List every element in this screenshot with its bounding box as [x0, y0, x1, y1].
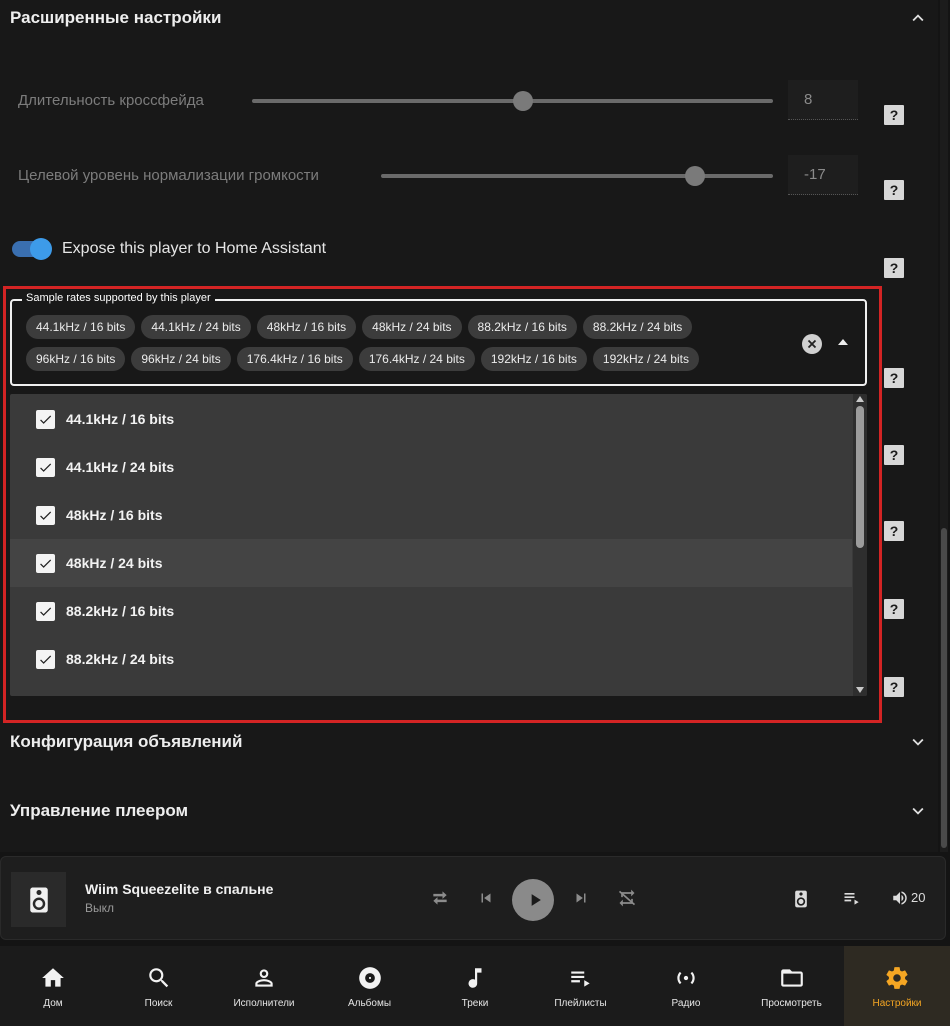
- help-icon[interactable]: ?: [884, 599, 904, 619]
- queue-icon[interactable]: [841, 887, 863, 909]
- nav-label: Дом: [43, 998, 63, 1009]
- chevron-up-icon[interactable]: [906, 6, 930, 30]
- nav-label: Настройки: [872, 998, 922, 1009]
- player-status: Выкл: [85, 901, 115, 915]
- help-icon[interactable]: ?: [884, 105, 904, 125]
- normalization-label: Целевой уровень нормализации громкости: [18, 166, 319, 184]
- person-icon: [250, 964, 278, 992]
- expose-row: Expose this player to Home Assistant: [12, 236, 326, 262]
- search-icon: [145, 964, 173, 992]
- nav-item-gear[interactable]: Настройки: [844, 946, 950, 1026]
- crossfade-slider[interactable]: [252, 91, 773, 111]
- nav-item-radio[interactable]: Радио: [633, 946, 739, 1026]
- normalization-slider[interactable]: [381, 166, 773, 186]
- speaker-icon[interactable]: [11, 872, 66, 927]
- next-icon[interactable]: [570, 887, 592, 909]
- bottom-navigation: Дом Поиск Исполнители Альбомы Треки Плейлисты…: [0, 946, 950, 1026]
- help-icon[interactable]: ?: [884, 677, 904, 697]
- help-icon[interactable]: ?: [884, 368, 904, 388]
- help-icon[interactable]: ?: [884, 180, 904, 200]
- nav-item-folder[interactable]: Просмотреть: [739, 946, 845, 1026]
- crossfade-slider-thumb[interactable]: [512, 91, 533, 111]
- nav-label: Поиск: [144, 998, 173, 1009]
- radio-icon: [672, 964, 700, 992]
- nav-item-playlist[interactable]: Плейлисты: [528, 946, 634, 1026]
- nav-label: Треки: [461, 998, 489, 1009]
- highlight-frame: [3, 286, 882, 723]
- nav-label: Просмотреть: [761, 998, 822, 1009]
- page-scroll-thumb[interactable]: [941, 528, 947, 848]
- player-title[interactable]: Wiim Squeezelite в спальне: [85, 881, 273, 897]
- nav-item-search[interactable]: Поиск: [106, 946, 212, 1026]
- nav-label: Радио: [671, 998, 701, 1009]
- folder-icon: [778, 964, 806, 992]
- help-icon[interactable]: ?: [884, 258, 904, 278]
- volume-value[interactable]: 20: [911, 890, 925, 905]
- player-bar: Wiim Squeezelite в спальне Выкл 20: [0, 856, 946, 940]
- player-control-header[interactable]: Управление плеером: [10, 796, 930, 826]
- advanced-settings-title: Расширенные настройки: [10, 8, 222, 27]
- nav-item-home[interactable]: Дом: [0, 946, 106, 1026]
- nav-item-person[interactable]: Исполнители: [211, 946, 317, 1026]
- announcements-header[interactable]: Конфигурация объявлений: [10, 727, 930, 757]
- shuffle-icon[interactable]: [429, 887, 451, 909]
- player-control-title: Управление плеером: [10, 801, 189, 820]
- crossfade-input[interactable]: 8: [788, 80, 858, 120]
- nav-item-music-note[interactable]: Треки: [422, 946, 528, 1026]
- normalization-slider-thumb[interactable]: [684, 166, 705, 186]
- volume-icon[interactable]: [890, 888, 910, 908]
- expose-toggle[interactable]: [12, 238, 52, 260]
- previous-icon[interactable]: [475, 887, 497, 909]
- nav-label: Исполнители: [233, 998, 295, 1009]
- music-note-icon: [461, 964, 489, 992]
- help-icon[interactable]: ?: [884, 445, 904, 465]
- chevron-down-icon[interactable]: [906, 799, 930, 823]
- nav-label: Плейлисты: [554, 998, 607, 1009]
- toggle-knob: [30, 238, 52, 260]
- normalization-input[interactable]: -17: [788, 155, 858, 195]
- nav-label: Альбомы: [347, 998, 392, 1009]
- repeat-off-icon[interactable]: [615, 886, 639, 910]
- expose-label: Expose this player to Home Assistant: [62, 240, 327, 257]
- gear-icon: [883, 964, 911, 992]
- nav-item-disc[interactable]: Альбомы: [317, 946, 423, 1026]
- page-scrollbar[interactable]: [940, 0, 948, 852]
- disc-icon: [356, 964, 384, 992]
- crossfade-label: Длительность кроссфейда: [18, 91, 204, 109]
- home-icon: [39, 964, 67, 992]
- advanced-settings-header[interactable]: Расширенные настройки: [10, 3, 930, 33]
- speaker-small-icon[interactable]: [790, 887, 812, 911]
- announcements-title: Конфигурация объявлений: [10, 732, 243, 751]
- playlist-icon: [567, 964, 595, 992]
- play-button[interactable]: [512, 879, 554, 921]
- help-icon[interactable]: ?: [884, 521, 904, 541]
- play-icon: [531, 894, 541, 906]
- chevron-down-icon[interactable]: [906, 730, 930, 754]
